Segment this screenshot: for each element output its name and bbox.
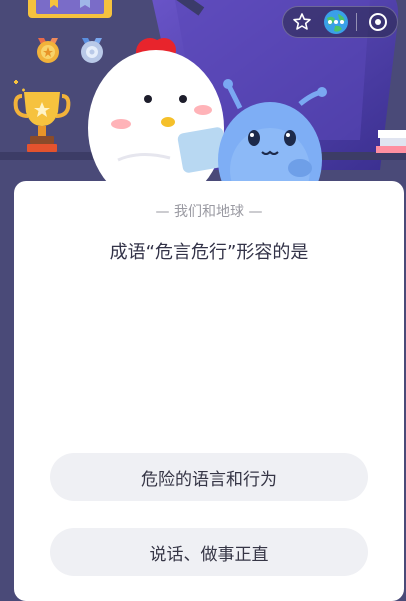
star-outline-icon — [293, 13, 311, 30]
quiz-subtitle: — 我们和地球 — — [155, 204, 263, 220]
close-icon — [369, 13, 388, 31]
option-b-button[interactable]: 说话、做事正直 — [50, 528, 368, 576]
quiz-card: — 我们和地球 — 成语“危言危行”形容的是 危险的语言和行为 说话、做事正直 — [14, 181, 404, 601]
star-medal-icon — [37, 38, 59, 63]
option-b-label: 说话、做事正直 — [149, 544, 269, 565]
close-button[interactable] — [365, 9, 391, 35]
more-button[interactable] — [323, 9, 349, 35]
more-icon — [327, 20, 344, 24]
medal-icon — [28, 0, 112, 18]
quiz-question: 成语“危言危行”形容的是 — [109, 242, 309, 263]
option-a-button[interactable]: 危险的语言和行为 — [50, 453, 368, 501]
favorite-button[interactable] — [289, 9, 315, 35]
capsule-divider — [356, 13, 358, 31]
mini-program-capsule — [282, 6, 398, 38]
header-illustration — [0, 0, 406, 200]
option-a-label: 危险的语言和行为 — [141, 469, 277, 490]
gear-medal-icon — [81, 38, 103, 63]
